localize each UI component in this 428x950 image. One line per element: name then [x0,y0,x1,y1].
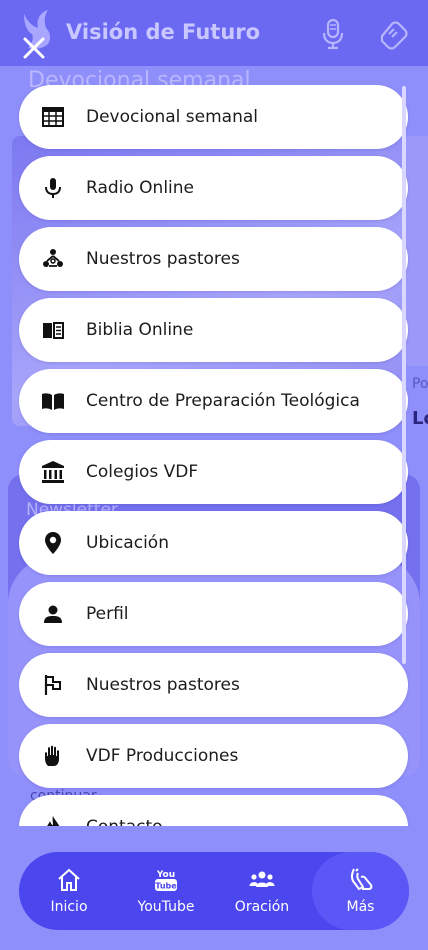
menu-item-biblia-online[interactable]: Biblia Online [19,298,408,362]
svg-text:Tube: Tube [155,882,177,891]
youtube-icon: You Tube [155,870,177,891]
menu-item-label: Ubicación [86,533,169,553]
nav-item-youtube[interactable]: You Tube YouTube [121,852,211,930]
menu-item-label: Contacto [86,817,163,826]
menu-item-nuestros-pastores[interactable]: Nuestros pastores [19,227,408,291]
microphone-icon [45,178,61,198]
book-open-icon [43,322,64,339]
menu-item-label: Nuestros pastores [86,675,240,695]
nav-label: YouTube [137,899,195,915]
app-title: Visión de Futuro [66,20,261,44]
menu-item-label: Perfil [86,604,129,624]
institution-icon [42,461,64,483]
svg-text:You: You [156,870,175,880]
menu-item-label: Radio Online [86,178,195,198]
menu-item-label: Nuestros pastores [86,249,240,269]
nav-label: Oración [234,899,290,915]
background-text-fragment: Lo [412,408,428,429]
nav-item-oracion[interactable]: Oración [217,852,307,930]
home-icon [58,868,80,891]
microphone-icon[interactable] [320,18,346,50]
location-pin-icon [45,532,61,554]
background-text-fragment: Po [412,376,428,392]
side-menu: Devocional semanal Radio Online Nuestros… [18,84,410,826]
nav-item-inicio[interactable]: Inicio [24,852,114,930]
menu-item-nuestros-pastores-2[interactable]: Nuestros pastores [19,653,408,717]
menu-scrollbar[interactable] [402,86,406,664]
menu-item-colegios-vdf[interactable]: Colegios VDF [19,440,408,504]
menu-item-devocional-semanal[interactable]: Devocional semanal [19,85,408,149]
close-icon[interactable] [22,36,46,60]
app-bar: Visión de Futuro [0,0,428,66]
menu-item-vdf-producciones[interactable]: VDF Producciones [19,724,408,788]
menu-item-label: Biblia Online [86,320,194,340]
bottom-navigation: Inicio You Tube YouTube Oración Más [19,852,409,930]
open-book-icon [42,393,64,410]
calendar-table-icon [42,107,64,127]
menu-item-label: Devocional semanal [86,107,259,127]
menu-item-centro-preparacion-teologica[interactable]: Centro de Preparación Teológica [19,369,408,433]
menu-item-radio-online[interactable]: Radio Online [19,156,408,220]
menu-item-ubicacion[interactable]: Ubicación [19,511,408,575]
person-icon [44,605,62,623]
menu-item-label: VDF Producciones [86,746,239,766]
hand-icon [45,745,59,766]
people-network-icon [43,249,63,267]
menu-item-perfil[interactable]: Perfil [19,582,408,646]
nav-item-mas[interactable]: Más [312,852,409,930]
nav-label: Inicio [50,899,88,915]
flame-icon [47,816,60,826]
group-icon [249,871,275,887]
praying-hands-icon [350,868,372,891]
nav-label: Más [346,899,375,915]
menu-item-label: Colegios VDF [86,462,199,482]
menu-item-label: Centro de Preparación Teológica [86,391,360,411]
menu-item-contacto[interactable]: Contacto [19,795,408,826]
donate-hand-icon[interactable] [378,18,410,50]
flag-icon [44,675,61,695]
